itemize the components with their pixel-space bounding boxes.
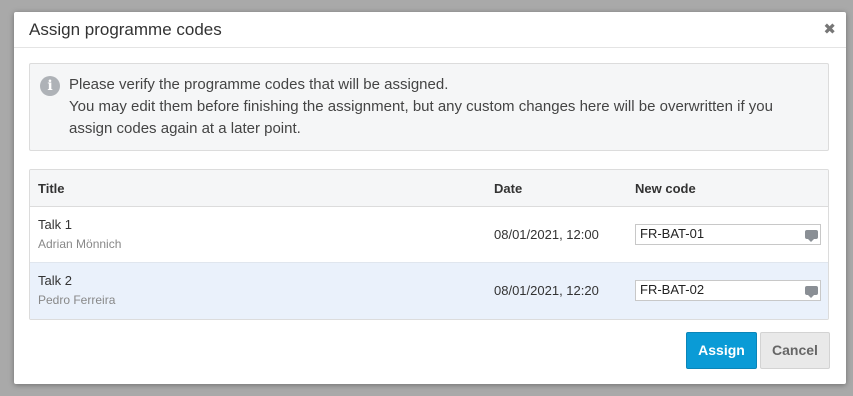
- talk-title: Talk 2: [38, 273, 72, 288]
- info-icon: i: [40, 76, 60, 96]
- header-title: Title: [38, 181, 65, 196]
- dialog-title: Assign programme codes: [29, 20, 222, 39]
- assign-codes-dialog: Assign programme codes ✖ i Please verify…: [14, 12, 846, 384]
- close-icon[interactable]: ✖: [823, 20, 836, 38]
- info-line-2: You may edit them before finishing the a…: [69, 98, 773, 137]
- code-input[interactable]: [636, 281, 800, 298]
- talk-speaker: Pedro Ferreira: [38, 293, 116, 307]
- cancel-button[interactable]: Cancel: [760, 332, 830, 369]
- info-line-1: Please verify the programme codes that w…: [69, 76, 449, 93]
- table-row: Talk 2 Pedro Ferreira 08/01/2021, 12:20: [30, 263, 828, 319]
- autofill-icon[interactable]: [805, 286, 818, 298]
- header-date: Date: [494, 181, 523, 196]
- info-text: Please verify the programme codes that w…: [69, 74, 819, 140]
- talk-date: 08/01/2021, 12:00: [494, 227, 599, 242]
- code-field: [635, 224, 821, 245]
- assign-button[interactable]: Assign: [686, 332, 757, 369]
- talk-speaker: Adrian Mönnich: [38, 237, 122, 251]
- autofill-icon[interactable]: [805, 230, 818, 242]
- code-field: [635, 280, 821, 301]
- codes-table: Title Date New code Talk 1 Adrian Mönnic…: [29, 169, 829, 320]
- header-new-code: New code: [635, 181, 696, 196]
- talk-title: Talk 1: [38, 217, 72, 232]
- table-row: Talk 1 Adrian Mönnich 08/01/2021, 12:00: [30, 207, 828, 263]
- code-input[interactable]: [636, 225, 800, 242]
- table-header: Title Date New code: [30, 170, 828, 207]
- info-message: i Please verify the programme codes that…: [29, 63, 829, 151]
- talk-date: 08/01/2021, 12:20: [494, 283, 599, 298]
- dialog-titlebar: Assign programme codes ✖: [14, 12, 846, 48]
